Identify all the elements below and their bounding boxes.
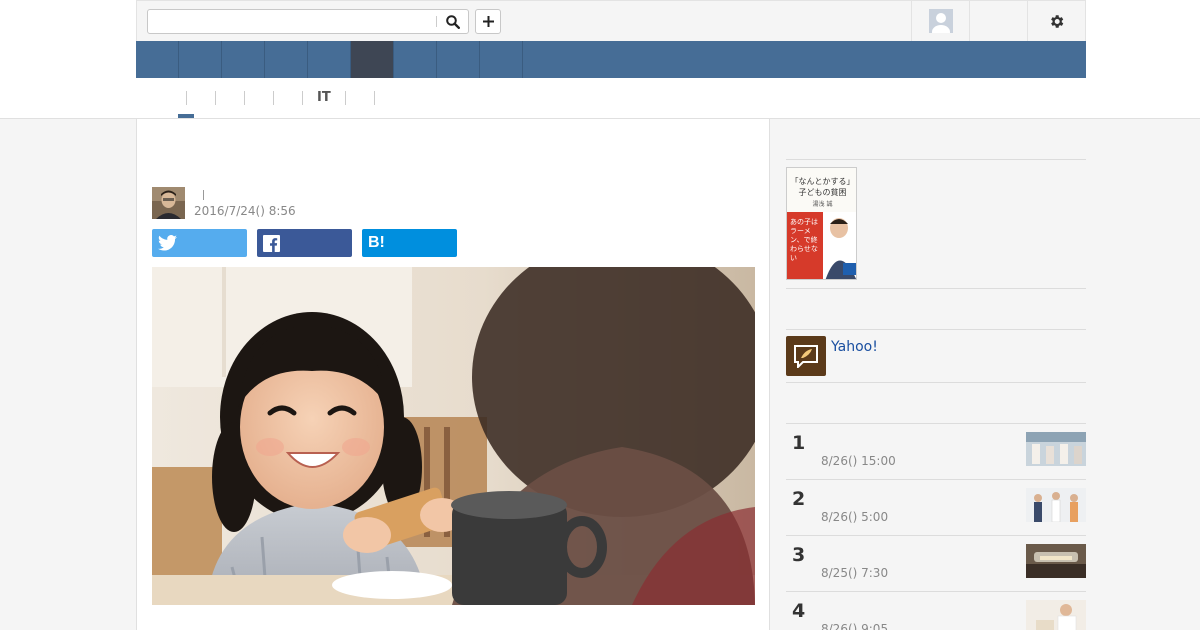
author-avatar[interactable] <box>152 187 185 219</box>
ranking-item[interactable]: 1 8/26() 15:00 <box>786 423 1086 479</box>
author-separator <box>203 190 204 200</box>
add-button[interactable] <box>475 9 501 34</box>
nav-item[interactable] <box>480 41 523 78</box>
search-box <box>147 9 469 34</box>
category-navbar <box>136 41 1086 78</box>
rank-thumbnail <box>1026 544 1086 578</box>
search-divider <box>436 16 437 27</box>
nav-item[interactable] <box>136 41 179 78</box>
ranking-item[interactable]: 2 8/26() 5:00 <box>786 479 1086 535</box>
rank-thumbnail <box>1026 488 1086 522</box>
sub-navigation: IT <box>136 78 1086 118</box>
divider <box>786 382 1086 383</box>
hatena-bookmark-button[interactable]: B! <box>362 229 457 257</box>
avatar-icon <box>928 9 953 33</box>
nav-item-active[interactable] <box>351 41 394 78</box>
rank-number: 2 <box>792 488 806 510</box>
user-avatar-button[interactable] <box>911 1 969 41</box>
ranking-item[interactable]: 3 8/25() 7:30 <box>786 535 1086 591</box>
yahoo-link[interactable]: Yahoo! <box>831 339 878 355</box>
author-badge-icon[interactable] <box>786 336 826 376</box>
subnav-item-it[interactable]: IT <box>302 91 345 105</box>
subnav-item[interactable] <box>244 91 273 105</box>
hatena-icon: B! <box>368 234 385 251</box>
user-menu-area <box>911 1 1085 41</box>
divider <box>786 329 1086 330</box>
twitter-icon <box>158 235 177 251</box>
book-cover[interactable]: 「なんとかする」 子どもの貧困 湯浅 誠 あの子はラーメン、で終わらせない <box>786 167 857 280</box>
rank-number: 4 <box>792 600 806 622</box>
subnav-item[interactable] <box>344 91 374 105</box>
article-hero-image <box>152 267 755 605</box>
nav-item[interactable] <box>265 41 308 78</box>
ranking-item[interactable]: 4 8/26() 9:05 <box>786 591 1086 630</box>
subnav-item[interactable] <box>186 91 215 105</box>
twitter-share-button[interactable] <box>152 229 247 257</box>
rank-date: 8/26() 15:00 <box>821 454 896 468</box>
subnav-item[interactable] <box>373 91 403 105</box>
subnav-item[interactable] <box>215 91 244 105</box>
rank-date: 8/26() 9:05 <box>821 622 889 630</box>
rank-thumbnail <box>1026 432 1086 466</box>
facebook-icon <box>263 234 280 252</box>
rank-number: 1 <box>792 432 806 454</box>
rank-number: 3 <box>792 544 806 566</box>
rank-date: 8/26() 5:00 <box>821 510 889 524</box>
subnav-item[interactable] <box>172 91 186 105</box>
rank-date: 8/25() 7:30 <box>821 566 889 580</box>
divider <box>786 288 1086 289</box>
subnav-item[interactable] <box>273 91 302 105</box>
nav-item[interactable] <box>437 41 480 78</box>
nav-item[interactable] <box>308 41 351 78</box>
book-title-line2: 子どもの貧困 <box>798 188 847 197</box>
settings-button[interactable] <box>1027 1 1085 41</box>
rank-thumbnail <box>1026 600 1086 630</box>
notification-slot[interactable] <box>969 1 1027 41</box>
book-author: 湯浅 誠 <box>812 201 833 208</box>
article-date: 2016/7/24() 8:56 <box>194 204 296 218</box>
plus-icon <box>482 16 494 27</box>
nav-item[interactable] <box>394 41 437 78</box>
facebook-share-button[interactable] <box>257 229 352 257</box>
search-input[interactable] <box>148 10 436 33</box>
gear-icon <box>1051 14 1064 28</box>
article-main: 2016/7/24() 8:56 B! <box>136 119 770 630</box>
search-icon <box>446 14 460 29</box>
book-cover-text: あの子はラーメン、で終わらせない <box>790 218 818 262</box>
book-title-line1: 「なんとかする」 <box>790 177 855 186</box>
top-toolbar <box>136 0 1086 41</box>
nav-item[interactable] <box>222 41 265 78</box>
search-button[interactable] <box>442 12 464 31</box>
nav-item[interactable] <box>179 41 222 78</box>
sidebar: 「なんとかする」 子どもの貧困 湯浅 誠 あの子はラーメン、で終わらせない Ya… <box>786 119 1086 630</box>
divider <box>786 159 1086 160</box>
